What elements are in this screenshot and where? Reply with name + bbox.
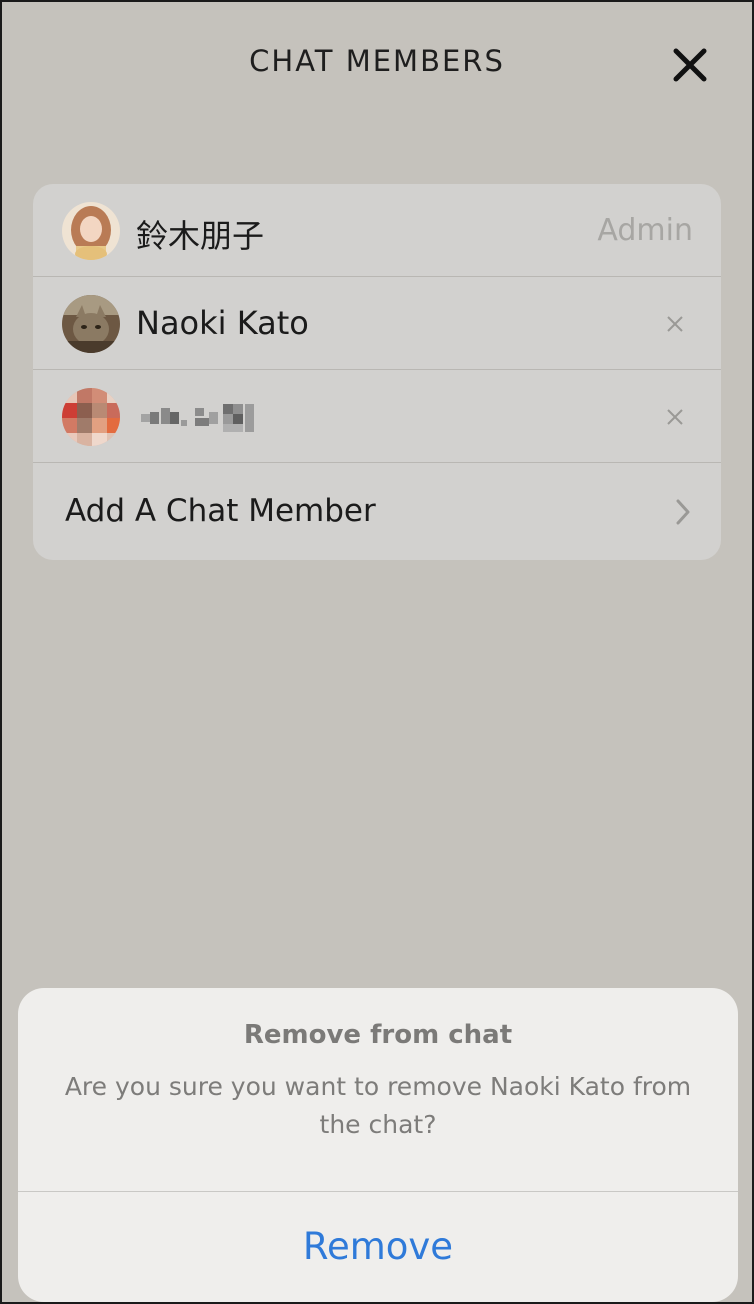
remove-member-button[interactable] (665, 407, 685, 427)
obscured-member-name (139, 402, 289, 436)
remove-confirmation-sheet: Remove from chat Are you sure you want t… (18, 988, 738, 1302)
avatar-pixelated (62, 388, 120, 446)
screen: CHAT MEMBERS 鈴木朋子 Admin Naoki Kato Add A… (0, 0, 754, 1304)
member-row-admin: 鈴木朋子 Admin (33, 184, 721, 277)
member-avatar (62, 295, 120, 353)
avatar-woman (62, 202, 120, 260)
add-member-row[interactable]: Add A Chat Member (33, 464, 721, 557)
close-icon (673, 48, 707, 82)
members-card: 鈴木朋子 Admin Naoki Kato Add A Chat Member (33, 184, 721, 560)
member-avatar (62, 202, 120, 260)
remove-x-icon (667, 409, 683, 425)
role-badge: Admin (597, 213, 693, 248)
member-row: Naoki Kato (33, 277, 721, 370)
avatar-cat (62, 295, 120, 353)
member-name: Naoki Kato (136, 304, 309, 342)
remove-button[interactable]: Remove (18, 1192, 738, 1302)
pixelated-text (141, 404, 254, 432)
remove-x-icon (667, 316, 683, 332)
remove-member-button[interactable] (665, 314, 685, 334)
member-row (33, 370, 721, 463)
member-name: 鈴木朋子 (136, 217, 265, 255)
dialog-message: Are you sure you want to remove Naoki Ka… (64, 1072, 692, 1139)
chevron-right-icon (675, 498, 691, 526)
add-member-label: Add A Chat Member (65, 493, 376, 529)
dialog-title: Remove from chat (243, 1020, 513, 1050)
page-title: CHAT MEMBERS (249, 44, 505, 78)
close-button[interactable] (667, 42, 713, 88)
member-avatar (62, 388, 120, 446)
